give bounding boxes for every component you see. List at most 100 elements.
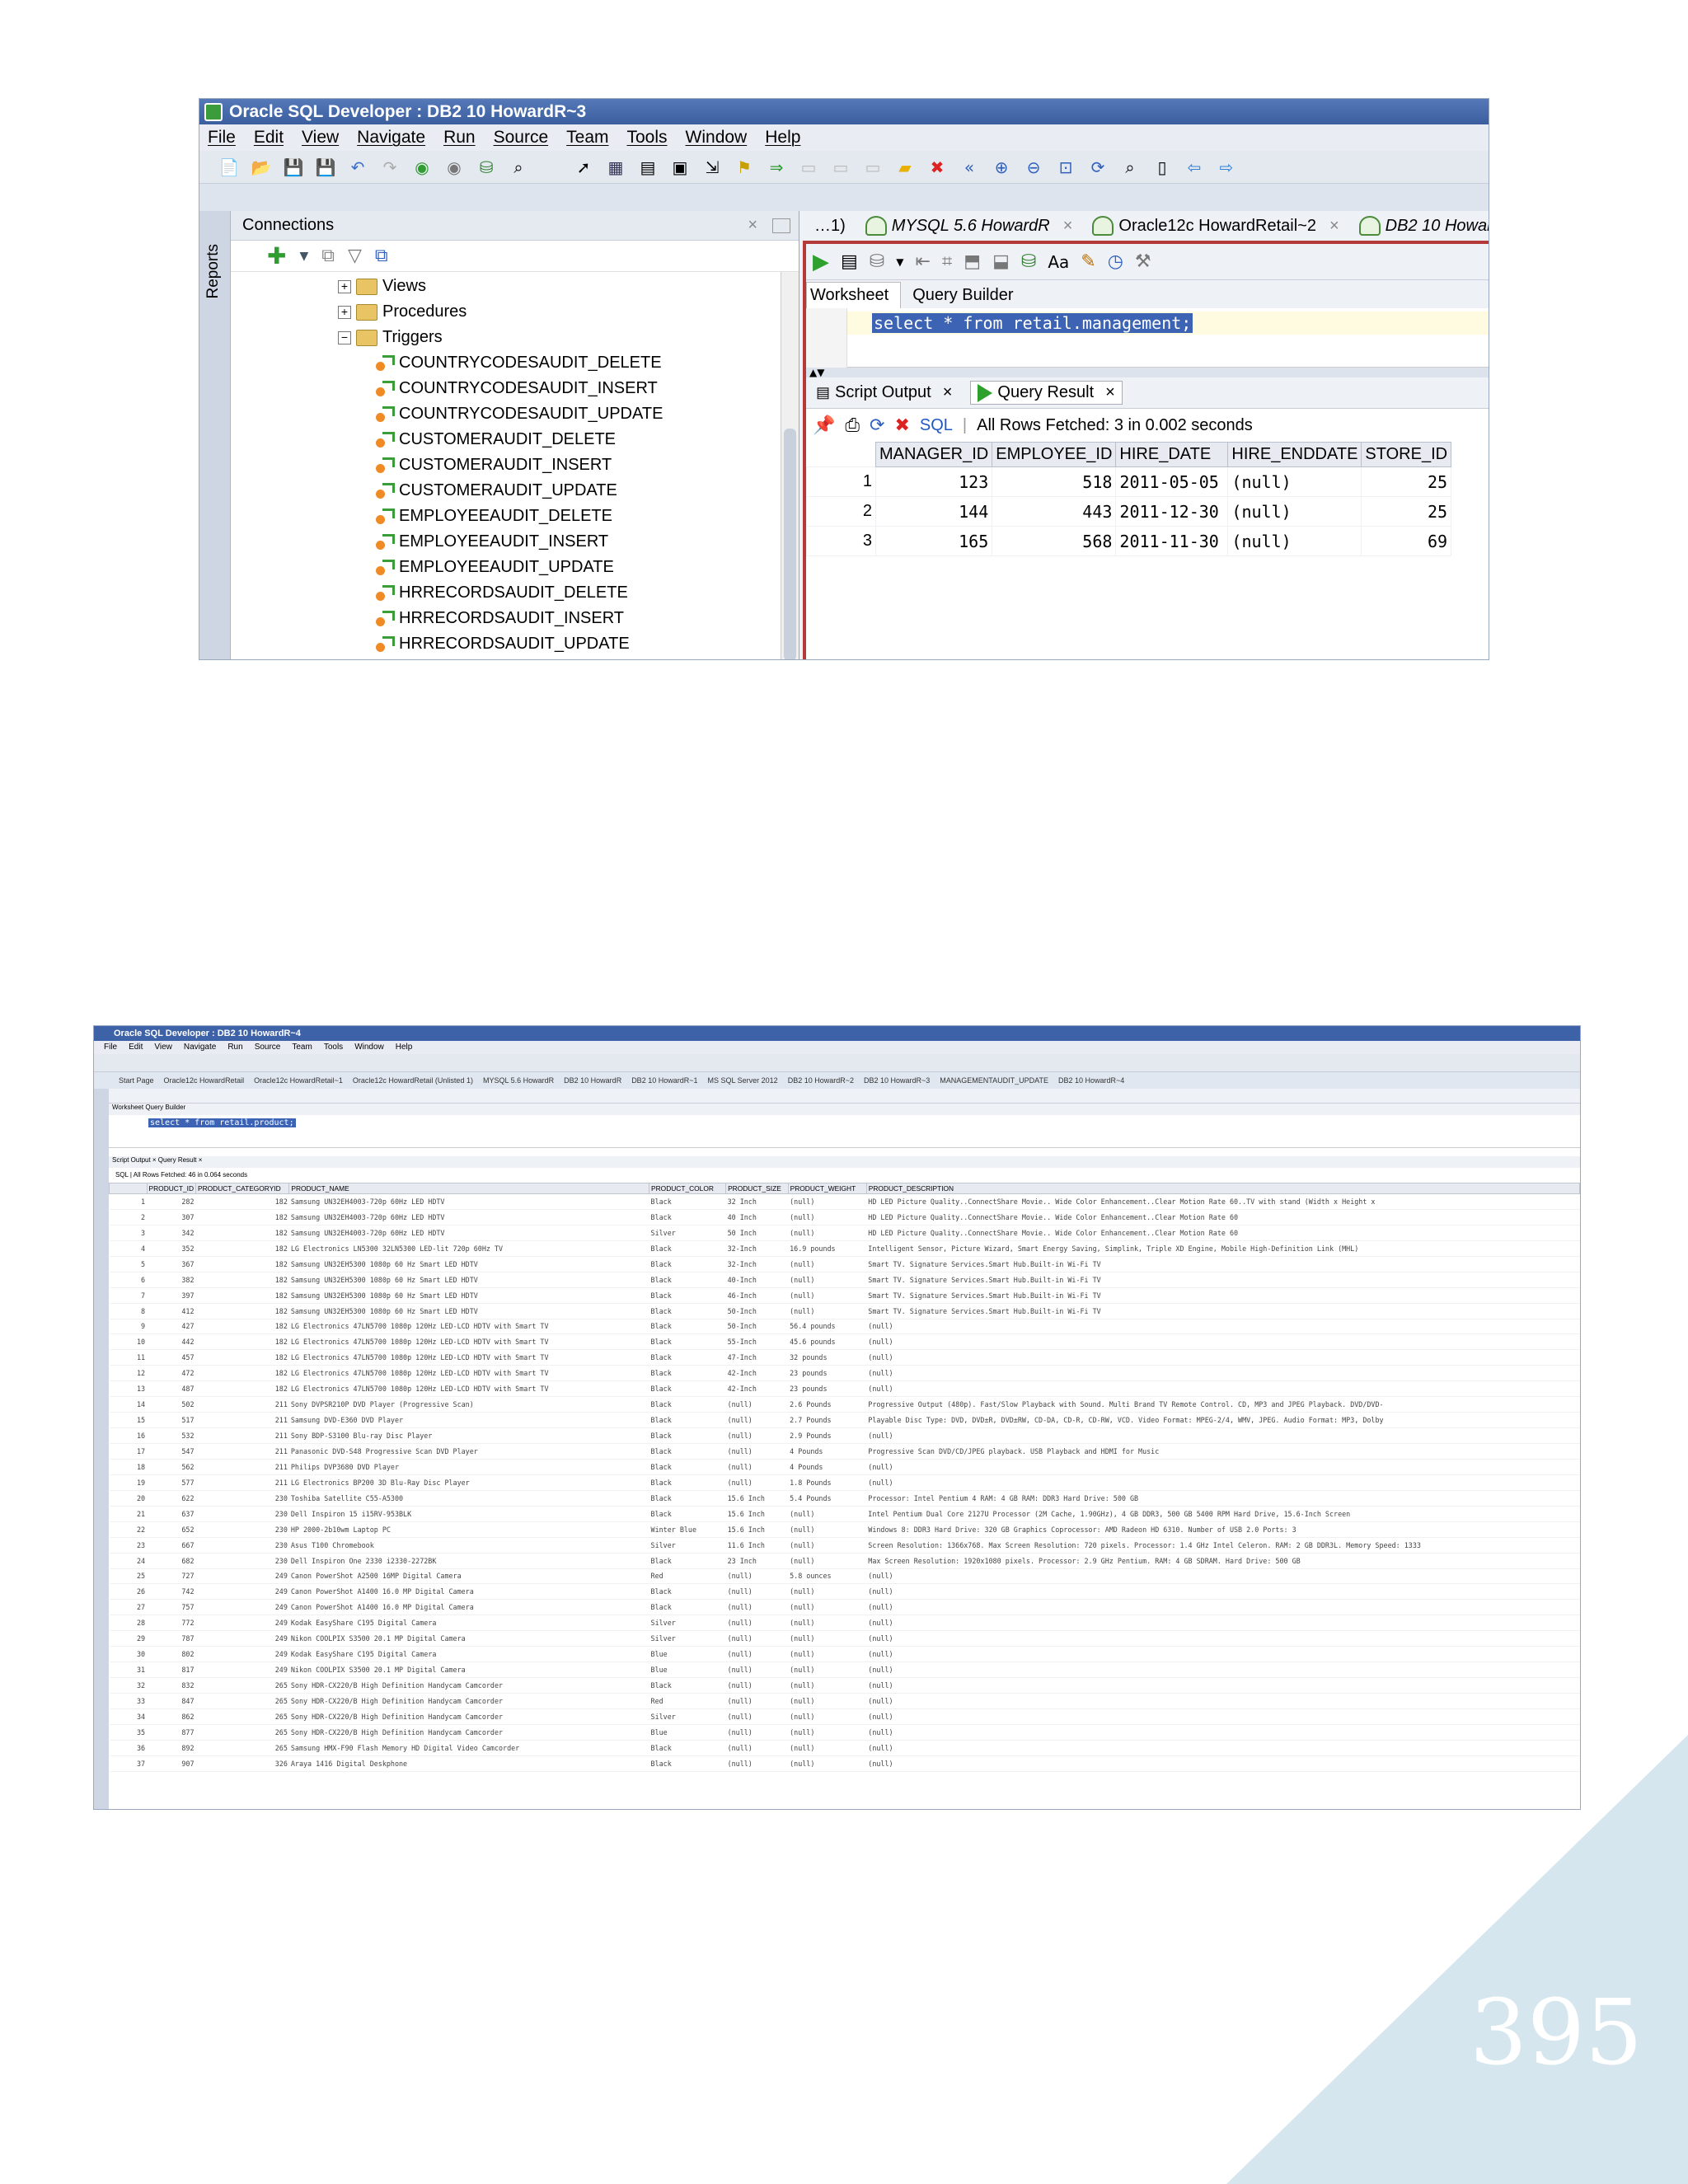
sql-connection-icon[interactable]: ⛁ bbox=[475, 157, 498, 178]
table-cell[interactable]: 4 Pounds bbox=[788, 1459, 867, 1475]
table-cell[interactable]: Sony HDR-CX220/B High Definition Handyca… bbox=[288, 1693, 649, 1709]
table-cell[interactable]: 667 bbox=[147, 1537, 196, 1554]
table-cell[interactable]: Kodak EasyShare C195 Digital Camera bbox=[288, 1615, 649, 1632]
flag-icon[interactable]: ⚑ bbox=[733, 157, 756, 178]
table-cell[interactable]: 182 bbox=[195, 1209, 289, 1226]
table-cell[interactable]: 487 bbox=[147, 1380, 196, 1398]
table-cell[interactable]: 249 bbox=[195, 1568, 289, 1585]
table-row[interactable]: 22 652 230 HP 2000-2b10wm Laptop PC Winter B… bbox=[109, 1521, 1580, 1538]
view-icon[interactable]: ▣ bbox=[668, 157, 692, 178]
table-cell[interactable]: Screen Resolution: 1366x768. Max Screen … bbox=[866, 1537, 1580, 1554]
column-header[interactable] bbox=[109, 1183, 148, 1194]
history-icon[interactable]: ◷ bbox=[1108, 251, 1123, 272]
table-cell[interactable]: 23 pounds bbox=[788, 1380, 867, 1398]
fit-icon[interactable]: ⊡ bbox=[1054, 157, 1077, 178]
sql-editor[interactable]: select * from retail.product; bbox=[109, 1115, 1580, 1148]
table-cell[interactable]: (null) bbox=[866, 1599, 1580, 1616]
table-cell[interactable]: (null) bbox=[788, 1708, 867, 1725]
sql-tuning-icon[interactable]: ⬓ bbox=[992, 251, 1010, 272]
table-cell[interactable]: (null) bbox=[725, 1615, 789, 1632]
table-row[interactable]: 6 382 182 Samsung UN32EH5300 1080p 60 Hz Sm… bbox=[109, 1272, 1580, 1288]
column-header[interactable]: PRODUCT_NAME bbox=[288, 1183, 650, 1194]
table-row[interactable]: 10 442 182 LG Electronics 47LN5700 1080p 12… bbox=[109, 1333, 1580, 1351]
table-cell[interactable]: Black bbox=[649, 1740, 726, 1756]
menu-item[interactable]: Help bbox=[396, 1041, 413, 1054]
table-row[interactable]: 23 667 230 Asus T100 Chromebook Silver 11.6 I… bbox=[109, 1537, 1580, 1554]
explain-icon[interactable]: ⌗ bbox=[942, 251, 952, 272]
close-icon[interactable]: × bbox=[1063, 217, 1073, 236]
table-cell[interactable]: (null) bbox=[866, 1319, 1580, 1335]
menu-run[interactable]: Run bbox=[443, 128, 476, 148]
table-cell[interactable]: Samsung UN32EH4003-720p 60Hz LED HDTV bbox=[288, 1209, 649, 1226]
table-cell[interactable]: Blue bbox=[649, 1646, 726, 1663]
table-cell[interactable]: 211 bbox=[195, 1459, 289, 1475]
autotrace-icon[interactable]: ⬒ bbox=[964, 251, 981, 272]
document-tab[interactable]: …1) bbox=[814, 217, 846, 236]
table-cell[interactable]: Samsung UN32EH5300 1080p 60 Hz Smart LED… bbox=[288, 1256, 649, 1272]
table-cell[interactable]: 15.6 Inch bbox=[725, 1490, 789, 1507]
print-icon[interactable]: ⎙ bbox=[845, 415, 860, 436]
table-cell[interactable]: 32-Inch bbox=[725, 1240, 789, 1257]
table-cell[interactable]: Samsung UN32EH5300 1080p 60 Hz Smart LED… bbox=[288, 1287, 649, 1304]
table-cell[interactable]: (null) bbox=[725, 1693, 789, 1709]
table-cell[interactable]: 144 bbox=[874, 496, 993, 527]
column-header[interactable]: PRODUCT_SIZE bbox=[725, 1183, 789, 1194]
table-cell[interactable]: (null) bbox=[725, 1568, 789, 1585]
table-row[interactable]: 1 123 518 2011-05-05 (null) 25 bbox=[806, 466, 1452, 497]
table-cell[interactable]: 802 bbox=[147, 1646, 196, 1663]
table-cell[interactable]: 877 bbox=[147, 1724, 196, 1741]
column-header[interactable]: PRODUCT_CATEGORYID bbox=[195, 1183, 290, 1194]
run-script-icon[interactable]: ▤ bbox=[841, 251, 858, 272]
table-cell[interactable]: (null) bbox=[725, 1599, 789, 1616]
document-tab[interactable]: Oracle12c HowardRetail~2 × bbox=[1092, 216, 1339, 236]
table-cell[interactable]: 742 bbox=[147, 1583, 196, 1601]
table-cell[interactable]: 5.4 Pounds bbox=[788, 1490, 867, 1507]
table-cell[interactable]: 2.6 Pounds bbox=[788, 1396, 867, 1413]
arrow-right-icon[interactable]: ⇒ bbox=[765, 157, 788, 178]
table-cell[interactable]: Dell Inspiron One 2330 i2330-2272BK bbox=[288, 1553, 649, 1569]
table-cell[interactable]: 123 bbox=[874, 466, 993, 497]
menu-item[interactable]: Tools bbox=[324, 1041, 343, 1054]
tree-item-trigger[interactable]: CUSTOMERAUDIT_DELETE bbox=[231, 427, 799, 452]
table-cell[interactable]: 46-Inch bbox=[725, 1287, 789, 1304]
table-cell[interactable]: 907 bbox=[147, 1755, 196, 1772]
table-cell[interactable]: 182 bbox=[195, 1287, 289, 1304]
table-cell[interactable]: (null) bbox=[1227, 526, 1362, 556]
table-cell[interactable]: Samsung HMX-F90 Flash Memory HD Digital … bbox=[288, 1740, 649, 1756]
table-cell[interactable]: Black bbox=[649, 1333, 726, 1351]
document-tab[interactable]: DB2 10 HowardR~4 bbox=[1058, 1072, 1124, 1089]
table-cell[interactable]: 50 Inch bbox=[725, 1225, 789, 1241]
table-cell[interactable]: Progressive Scan DVD/CD/JPEG playback. U… bbox=[866, 1443, 1580, 1460]
table-cell[interactable]: 182 bbox=[195, 1365, 289, 1382]
table-cell[interactable]: 11.6 Inch bbox=[725, 1537, 789, 1554]
table-cell[interactable]: 652 bbox=[147, 1521, 196, 1538]
tools-icon[interactable]: ⚒ bbox=[1135, 251, 1151, 272]
table-cell[interactable]: (null) bbox=[725, 1459, 789, 1475]
table-cell[interactable]: 182 bbox=[195, 1333, 289, 1351]
table-cell[interactable]: (null) bbox=[1227, 466, 1362, 497]
table-row[interactable]: 18 562 211 Philips DVP3680 DVD Player Black(… bbox=[109, 1459, 1580, 1475]
table-cell[interactable]: 457 bbox=[147, 1349, 196, 1366]
close-icon[interactable]: × bbox=[1329, 217, 1339, 236]
table-cell[interactable]: 211 bbox=[195, 1396, 289, 1413]
table-cell[interactable]: (null) bbox=[788, 1303, 867, 1319]
menu-team[interactable]: Team bbox=[566, 128, 608, 148]
tree-item-trigger[interactable]: HRRECORDSAUDIT_INSERT bbox=[231, 606, 799, 631]
table-cell[interactable]: Windows 8: DDR3 Hard Drive: 320 GB Graph… bbox=[866, 1521, 1580, 1538]
table-cell[interactable]: Silver bbox=[649, 1225, 726, 1241]
table-cell[interactable]: 182 bbox=[195, 1349, 289, 1366]
expand-icon[interactable]: + bbox=[338, 279, 351, 293]
table-cell[interactable]: Black bbox=[649, 1506, 726, 1522]
table-cell[interactable]: 367 bbox=[147, 1256, 196, 1272]
table-cell[interactable]: (null) bbox=[788, 1661, 867, 1679]
table-cell[interactable]: (null) bbox=[788, 1521, 867, 1538]
column-header[interactable]: HIRE_ENDDATE bbox=[1227, 442, 1362, 467]
table-cell[interactable]: 42-Inch bbox=[725, 1380, 789, 1398]
table-cell[interactable]: Toshiba Satellite C55-A5300 bbox=[288, 1490, 649, 1507]
table-cell[interactable]: 265 bbox=[195, 1708, 289, 1725]
table-cell[interactable]: (null) bbox=[788, 1599, 867, 1616]
document-tab[interactable]: DB2 10 HowardR bbox=[1358, 216, 1489, 236]
tree-item-trigger[interactable]: COUNTRYCODESAUDIT_INSERT bbox=[231, 376, 799, 401]
document-tab[interactable]: Oracle12c HowardRetail (Unlisted 1) bbox=[353, 1072, 473, 1089]
menu-item[interactable]: Window bbox=[354, 1041, 384, 1054]
